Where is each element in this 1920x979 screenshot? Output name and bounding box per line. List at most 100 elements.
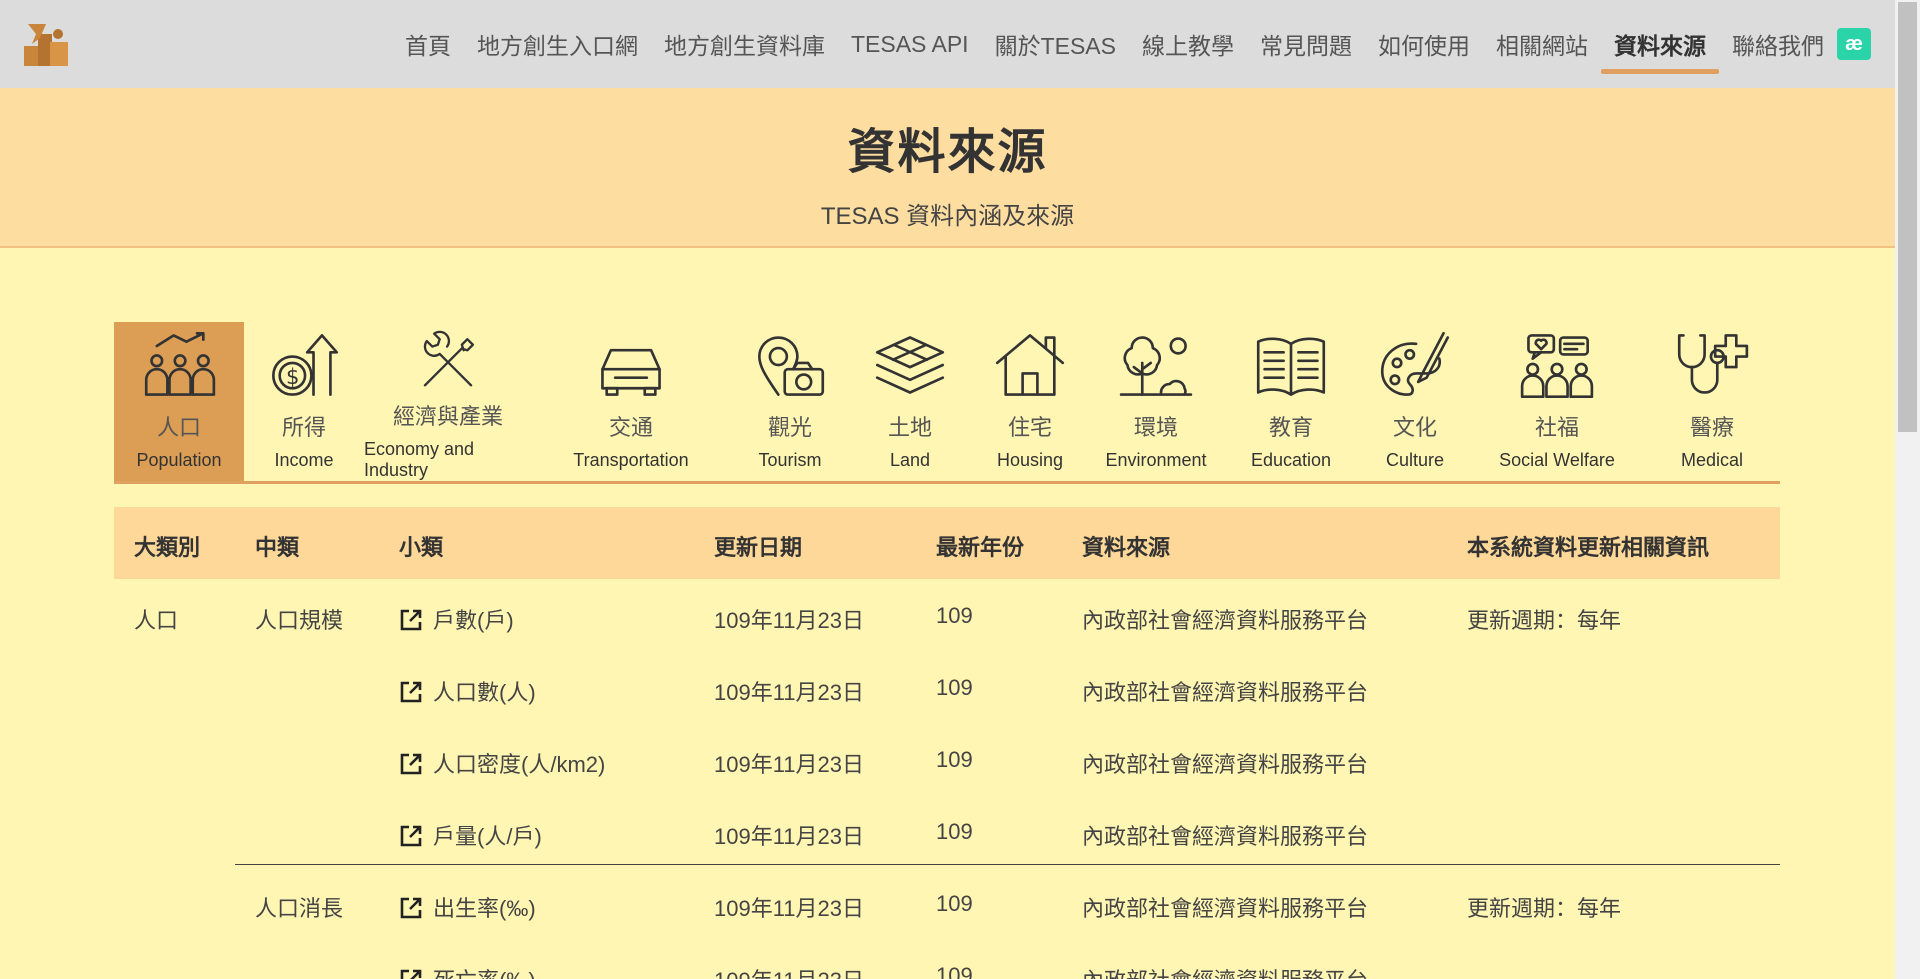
group-divider xyxy=(235,864,1780,865)
category-tab-culture[interactable]: 文化 Culture xyxy=(1360,322,1470,481)
nav-item[interactable]: 資料來源 xyxy=(1601,0,1719,88)
category-tab-transportation[interactable]: 交通 Transportation xyxy=(532,322,730,481)
tesas-logo[interactable] xyxy=(22,20,70,68)
cell-date: 109年11月23日 xyxy=(714,608,865,633)
external-link-icon[interactable] xyxy=(399,824,423,848)
category-tab-population[interactable]: 人口 Population xyxy=(114,322,244,481)
scrollbar-thumb[interactable] xyxy=(1898,2,1917,432)
category-label-zh: 環境 xyxy=(1133,415,1178,440)
category-label-zh: 經濟與產業 xyxy=(392,404,503,429)
category-tab-housing[interactable]: 住宅 Housing xyxy=(970,322,1090,481)
category-tab-tourism[interactable]: 觀光 Tourism xyxy=(730,322,850,481)
population-icon xyxy=(144,331,216,396)
cell-year: 109 xyxy=(936,675,973,700)
category-tab-land[interactable]: 土地 Land xyxy=(850,322,970,481)
category-tab-medical[interactable]: 醫療 Medical xyxy=(1644,322,1780,481)
car-icon xyxy=(601,348,661,396)
income-icon: $ xyxy=(272,334,339,396)
category-label-en: Population xyxy=(136,450,222,470)
nav-item[interactable]: 首頁 xyxy=(392,0,464,88)
category-tab-environment[interactable]: 環境 Environment xyxy=(1090,322,1222,481)
table-row: 戶量(人/戶) 109年11月23日 109 內政部社會經濟資料服務平台 xyxy=(114,795,1780,867)
category-label-en: Education xyxy=(1250,450,1332,470)
data-source-table: 大類別 中類 小類 更新日期 最新年份 資料來源 本系統資料更新相關資訊 人口 人口規模 戶數(… xyxy=(114,507,1780,979)
layers-icon xyxy=(875,336,945,394)
cell-minor[interactable]: 戶數(戶) xyxy=(399,603,514,635)
page-subtitle: TESAS 資料內涵及來源 xyxy=(820,203,1075,230)
table-header: 大類別 中類 小類 更新日期 最新年份 資料來源 本系統資料更新相關資訊 xyxy=(114,507,1780,579)
house-icon xyxy=(995,334,1065,396)
nav-item[interactable]: 如何使用 xyxy=(1365,0,1483,88)
category-label-en: Transportation xyxy=(573,450,689,470)
category-tab-economy-and-industry[interactable]: 經濟與產業 Economy and Industry xyxy=(364,322,532,481)
column-header: 資料來源 xyxy=(1082,535,1171,560)
item-link-label[interactable]: 人口數(人) xyxy=(433,680,536,705)
nav-item[interactable]: 常見問題 xyxy=(1247,0,1365,88)
cell-info: 更新週期：每年 xyxy=(1467,896,1622,921)
category-label-zh: 所得 xyxy=(281,415,326,440)
cell-year: 109 xyxy=(936,963,973,979)
stethoscope-icon xyxy=(1677,334,1749,394)
nav-item[interactable]: 聯絡我們 xyxy=(1719,0,1837,88)
external-link-icon[interactable] xyxy=(399,680,423,704)
category-label-zh: 交通 xyxy=(608,415,653,440)
cell-date: 109年11月23日 xyxy=(714,824,865,849)
cell-minor[interactable]: 人口密度(人/km2) xyxy=(399,747,605,779)
category-label-en: Land xyxy=(889,450,931,470)
nav-item[interactable]: 相關網站 xyxy=(1483,0,1601,88)
category-tabs: 人口 Population $ 所得 Income 經濟與產業 Economy and In… xyxy=(114,322,1780,484)
category-tab-income[interactable]: $ 所得 Income xyxy=(244,322,364,481)
nav-item[interactable]: 線上教學 xyxy=(1129,0,1247,88)
category-label-en: Environment xyxy=(1105,450,1207,470)
cell-minor[interactable]: 出生率(‰) xyxy=(399,891,536,923)
external-link-icon[interactable] xyxy=(399,608,423,632)
category-label-en: Tourism xyxy=(758,450,822,470)
item-link-label[interactable]: 戶量(人/戶) xyxy=(433,824,542,849)
category-label-en: Housing xyxy=(996,450,1064,470)
table-row: 人口消長 出生率(‰) 109年11月23日 109 內政部社會經濟資料服務平台 更新週期… xyxy=(114,867,1780,939)
category-tab-education[interactable]: 教育 Education xyxy=(1222,322,1360,481)
external-link-icon[interactable] xyxy=(399,968,423,979)
column-header: 更新日期 xyxy=(714,535,803,560)
table-row: 人口數(人) 109年11月23日 109 內政部社會經濟資料服務平台 xyxy=(114,651,1780,723)
item-link-label[interactable]: 死亡率(‰) xyxy=(433,968,536,979)
item-link-label[interactable]: 出生率(‰) xyxy=(433,896,536,921)
nav-item[interactable]: 地方創生資料庫 xyxy=(651,0,838,88)
cell-source: 內政部社會經濟資料服務平台 xyxy=(1082,680,1369,705)
page-header: 資料來源 TESAS 資料內涵及來源 xyxy=(0,88,1895,248)
table-row: 死亡率(‰) 109年11月23日 109 內政部社會經濟資料服務平台 xyxy=(114,939,1780,979)
nav-item[interactable]: 地方創生入口網 xyxy=(464,0,651,88)
category-label-zh: 醫療 xyxy=(1689,415,1734,440)
category-label-zh: 文化 xyxy=(1392,415,1437,440)
cell-minor[interactable]: 人口數(人) xyxy=(399,675,536,707)
item-link-label[interactable]: 人口密度(人/km2) xyxy=(433,752,605,777)
table-row: 人口 人口規模 戶數(戶) 109年11月23日 109 內政部社會經濟資料服務平台 更新週… xyxy=(114,579,1780,651)
cell-year: 109 xyxy=(936,891,973,916)
column-header: 小類 xyxy=(399,535,444,560)
cell-source: 內政部社會經濟資料服務平台 xyxy=(1082,752,1369,777)
vertical-scrollbar[interactable] xyxy=(1895,0,1920,979)
external-link-icon[interactable] xyxy=(399,752,423,776)
nav-item[interactable]: TESAS API xyxy=(838,0,982,88)
category-label-zh: 觀光 xyxy=(767,415,812,440)
category-label-zh: 土地 xyxy=(887,415,932,440)
camera-pin-icon xyxy=(758,336,825,396)
extension-badge-icon[interactable]: æ xyxy=(1837,28,1871,60)
cell-minor[interactable]: 死亡率(‰) xyxy=(399,963,536,979)
cell-year: 109 xyxy=(936,819,973,844)
cell-source: 內政部社會經濟資料服務平台 xyxy=(1082,896,1369,921)
external-link-icon[interactable] xyxy=(399,896,423,920)
item-link-label[interactable]: 戶數(戶) xyxy=(433,608,514,633)
category-tab-social-welfare[interactable]: 社福 Social Welfare xyxy=(1470,322,1644,481)
category-label-en: Income xyxy=(274,450,334,470)
table-row: 人口密度(人/km2) 109年11月23日 109 內政部社會經濟資料服務平台 xyxy=(114,723,1780,795)
cell-date: 109年11月23日 xyxy=(714,680,865,705)
top-navbar: 首頁 地方創生入口網 地方創生資料庫 TESAS API 關於TESAS 線上教學 常見問題… xyxy=(0,0,1895,88)
cell-source: 內政部社會經濟資料服務平台 xyxy=(1082,608,1369,633)
cell-info: 更新週期：每年 xyxy=(1467,608,1622,633)
book-icon xyxy=(1256,337,1326,396)
column-header: 最新年份 xyxy=(936,535,1025,560)
cell-minor[interactable]: 戶量(人/戶) xyxy=(399,819,542,851)
cell-source: 內政部社會經濟資料服務平台 xyxy=(1082,963,1368,979)
nav-item[interactable]: 關於TESAS xyxy=(982,0,1129,88)
